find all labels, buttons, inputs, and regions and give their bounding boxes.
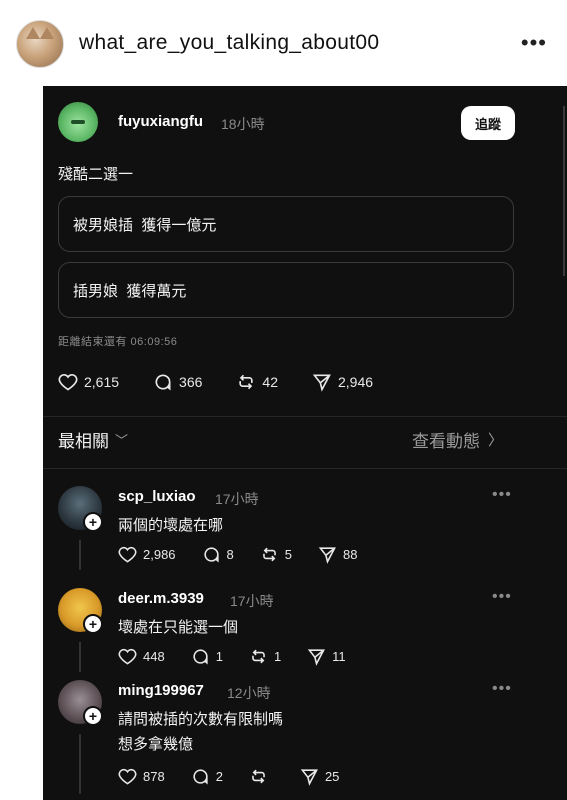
share-button[interactable]: 2,946 bbox=[312, 372, 373, 392]
send-icon bbox=[307, 649, 326, 666]
share-count: 11 bbox=[332, 649, 346, 664]
post-author-username[interactable]: fuyuxiangfu bbox=[118, 113, 203, 130]
repost-icon bbox=[262, 547, 276, 562]
poll-option-1[interactable]: 被男娘插 獲得一億元 bbox=[58, 196, 514, 252]
more-options-icon[interactable]: ••• bbox=[492, 486, 512, 504]
comment-count: 2 bbox=[215, 769, 223, 784]
like-count: 2,986 bbox=[143, 547, 176, 562]
reply-text: 請問被插的次數有限制嗎 想多拿幾億 bbox=[118, 707, 283, 757]
comment-button[interactable]: 2 bbox=[191, 767, 223, 786]
chevron-right-icon: 〉 bbox=[488, 432, 504, 449]
share-button[interactable]: 11 bbox=[307, 647, 346, 666]
repost-button[interactable]: 1 bbox=[249, 647, 281, 666]
post-timestamp: 18小時 bbox=[221, 116, 265, 132]
like-button[interactable]: 2,986 bbox=[118, 545, 176, 564]
thread-line bbox=[79, 734, 81, 794]
share-count: 88 bbox=[343, 547, 358, 562]
comment-icon bbox=[155, 374, 171, 391]
reply-username[interactable]: ming199967 bbox=[118, 682, 204, 699]
more-options-icon[interactable]: ••• bbox=[492, 588, 512, 606]
repost-count: 42 bbox=[262, 374, 278, 390]
repost-icon bbox=[252, 769, 265, 784]
reply-action-bar: 2,986 8 5 88 bbox=[118, 545, 383, 564]
scrollbar[interactable] bbox=[563, 106, 565, 276]
threads-screenshot: fuyuxiangfu 18小時 追蹤 殘酷二選一 被男娘插 獲得一億元 插男娘… bbox=[43, 86, 567, 800]
follow-plus-icon[interactable]: + bbox=[83, 706, 103, 726]
poll-option-label: 被男娘插 獲得一億元 bbox=[73, 216, 217, 234]
reply-action-bar: 448 1 1 11 bbox=[118, 647, 372, 666]
share-button[interactable]: 25 bbox=[300, 767, 339, 786]
send-icon bbox=[312, 374, 331, 392]
heart-icon bbox=[118, 648, 137, 665]
comment-count: 8 bbox=[226, 547, 234, 562]
thread-line bbox=[79, 642, 81, 672]
divider bbox=[43, 468, 567, 469]
post-author-avatar[interactable] bbox=[58, 102, 98, 142]
post-text: 殘酷二選一 bbox=[58, 166, 134, 183]
more-options-icon[interactable]: ••• bbox=[521, 30, 547, 56]
post-action-bar: 2,615 366 42 2,946 bbox=[58, 372, 407, 392]
share-count: 25 bbox=[324, 769, 340, 784]
follow-plus-icon[interactable]: + bbox=[83, 614, 103, 634]
repost-button[interactable]: 5 bbox=[260, 545, 292, 564]
heart-icon bbox=[118, 768, 137, 785]
share-button[interactable]: 88 bbox=[318, 545, 357, 564]
follow-plus-icon[interactable]: + bbox=[83, 512, 103, 532]
comment-count: 1 bbox=[215, 649, 223, 664]
chevron-down-icon: ﹀ bbox=[115, 433, 129, 448]
reply-username[interactable]: scp_luxiao bbox=[118, 488, 196, 505]
poll-remaining-time: 距離結束還有 06:09:56 bbox=[58, 336, 178, 348]
repost-button[interactable]: 42 bbox=[236, 372, 278, 392]
poll-option-label: 插男娘 獲得萬元 bbox=[73, 282, 187, 300]
repost-count: 1 bbox=[273, 649, 282, 664]
thread-line bbox=[79, 540, 81, 570]
reply-text: 兩個的壞處在哪 bbox=[118, 513, 223, 538]
repost-count: 5 bbox=[284, 547, 293, 562]
send-icon bbox=[318, 547, 336, 564]
view-activity-label: 查看動態 bbox=[412, 432, 480, 451]
comment-button[interactable]: 8 bbox=[202, 545, 234, 564]
like-count: 2,615 bbox=[84, 374, 120, 390]
profile-avatar[interactable] bbox=[16, 20, 64, 68]
reply-timestamp: 17小時 bbox=[215, 491, 259, 507]
profile-username[interactable]: what_are_you_talking_about00 bbox=[79, 31, 379, 55]
poll-option-2[interactable]: 插男娘 獲得萬元 bbox=[58, 262, 514, 318]
comment-button[interactable]: 1 bbox=[191, 647, 223, 666]
like-count: 878 bbox=[143, 769, 165, 784]
like-count: 448 bbox=[143, 649, 165, 664]
comment-button[interactable]: 366 bbox=[153, 372, 202, 392]
reply-line: 壞處在只能選一個 bbox=[118, 619, 239, 636]
heart-icon bbox=[58, 373, 78, 391]
reply-action-bar: 878 2 25 bbox=[118, 767, 365, 786]
divider bbox=[43, 416, 567, 417]
comment-icon bbox=[203, 547, 219, 563]
sort-dropdown[interactable]: 最相關 ﹀ bbox=[58, 427, 128, 452]
comment-icon bbox=[193, 649, 208, 665]
reply-line: 兩個的壞處在哪 bbox=[118, 517, 224, 534]
sort-label: 最相關 bbox=[58, 432, 109, 451]
reply-timestamp: 12小時 bbox=[227, 685, 271, 701]
reply-line: 想多拿幾億 bbox=[118, 736, 194, 753]
instagram-header: what_are_you_talking_about00 ••• bbox=[0, 0, 567, 86]
reply-timestamp: 17小時 bbox=[230, 593, 274, 609]
heart-icon bbox=[118, 546, 137, 563]
repost-button[interactable] bbox=[249, 767, 274, 786]
repost-icon bbox=[252, 649, 265, 664]
comment-count: 366 bbox=[179, 374, 203, 390]
repost-icon bbox=[239, 374, 254, 390]
like-button[interactable]: 878 bbox=[118, 767, 165, 786]
follow-button[interactable]: 追蹤 bbox=[461, 106, 515, 140]
share-count: 2,946 bbox=[337, 374, 374, 390]
send-icon bbox=[300, 769, 318, 786]
like-button[interactable]: 2,615 bbox=[58, 372, 119, 392]
reply-line: 請問被插的次數有限制嗎 bbox=[118, 711, 284, 728]
like-button[interactable]: 448 bbox=[118, 647, 165, 666]
more-options-icon[interactable]: ••• bbox=[492, 680, 512, 698]
reply-username[interactable]: deer.m.3939 bbox=[118, 590, 204, 607]
view-activity-link[interactable]: 查看動態 〉 bbox=[412, 427, 503, 452]
comment-icon bbox=[193, 769, 208, 785]
reply-text: 壞處在只能選一個 bbox=[118, 615, 238, 640]
